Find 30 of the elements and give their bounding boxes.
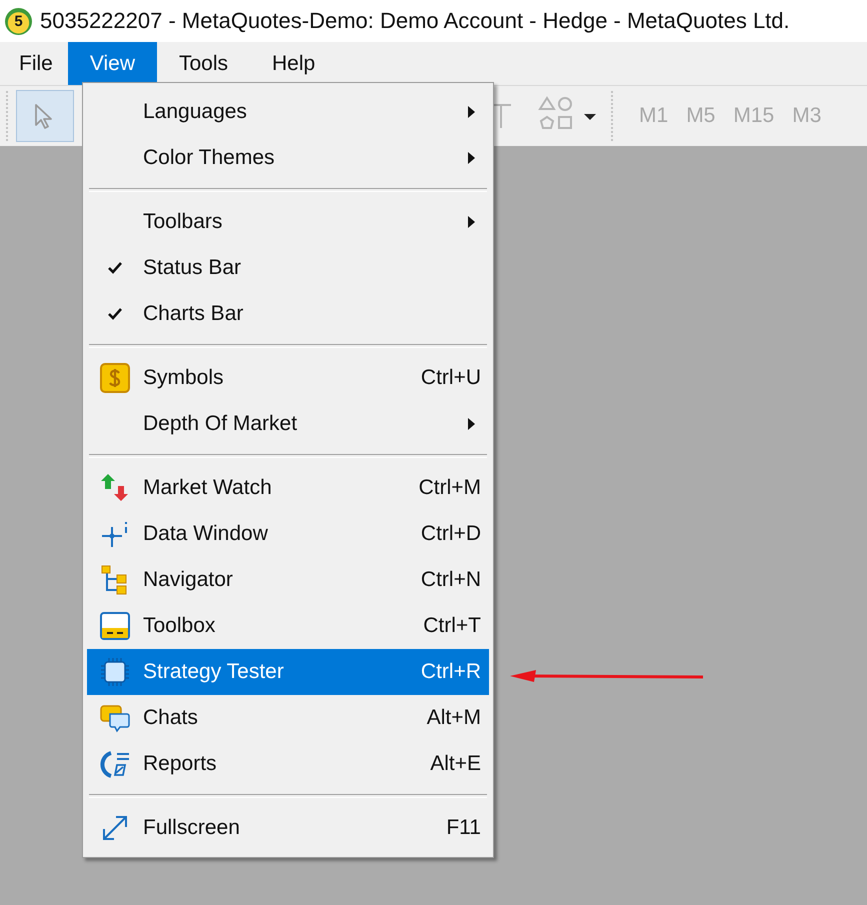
menu-entry[interactable]: Depth Of Market: [87, 401, 489, 447]
menu-entry[interactable]: Languages: [87, 89, 489, 135]
app-logo-icon: 5: [5, 8, 32, 34]
menu-entry[interactable]: Market Watch Ctrl+M: [87, 465, 489, 511]
menu-entry[interactable]: Status Bar: [87, 245, 489, 291]
dollar-icon: [100, 363, 130, 393]
menu-entry[interactable]: Symbols Ctrl+U: [87, 355, 489, 401]
menu-entry[interactable]: Reports Alt+E: [87, 741, 489, 787]
menu-entry[interactable]: Fullscreen F11: [87, 805, 489, 851]
panel-icon: [100, 611, 130, 641]
menu-item[interactable]: View: [68, 42, 157, 85]
up-down-arrows-icon: [100, 473, 130, 503]
menu-entry[interactable]: Strategy Tester Ctrl+R: [87, 649, 489, 695]
crosshair-icon: [100, 519, 130, 549]
menu-entry[interactable]: Data Window Ctrl+D: [87, 511, 489, 557]
chip-icon: [100, 657, 130, 687]
pointer-tool-button[interactable]: [16, 90, 74, 142]
menu-item[interactable]: File: [4, 42, 68, 85]
menu-entry[interactable]: Color Themes: [87, 135, 489, 181]
window-title: 5035222207 - MetaQuotes-Demo: Demo Account - Hedge - MetaQuotes Ltd.: [40, 8, 790, 34]
menu-entry[interactable]: Chats Alt+M: [87, 695, 489, 741]
menu-entry[interactable]: Navigator Ctrl+N: [87, 557, 489, 603]
menu-item[interactable]: Help: [250, 42, 338, 85]
chat-bubbles-icon: [100, 703, 130, 733]
menu-entry[interactable]: Charts Bar: [87, 291, 489, 337]
diagonal-arrow-icon: [100, 813, 130, 843]
menu-entry[interactable]: Toolbox Ctrl+T: [87, 603, 489, 649]
menu-item[interactable]: Tools: [156, 42, 250, 85]
menu-entry[interactable]: Toolbars: [87, 199, 489, 245]
report-icon: [100, 749, 130, 779]
